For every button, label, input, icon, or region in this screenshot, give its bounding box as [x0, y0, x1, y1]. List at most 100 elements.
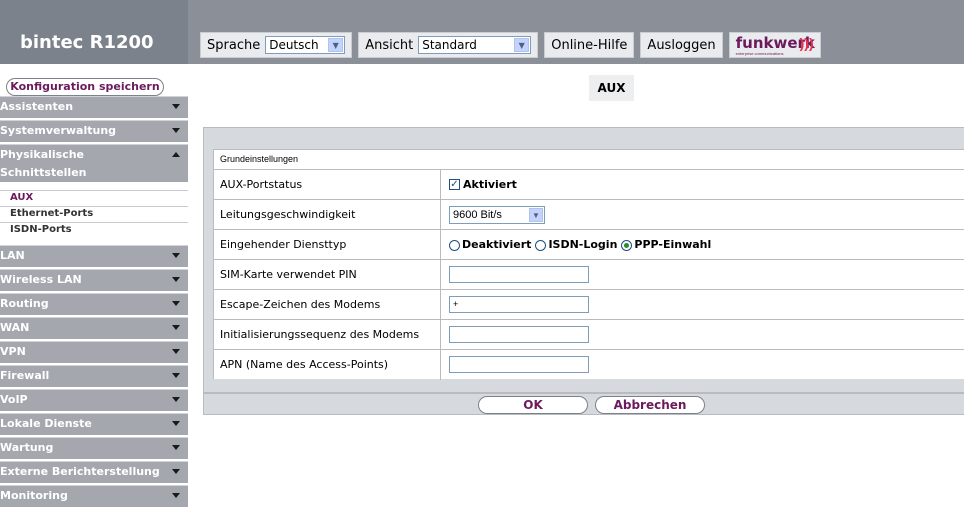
sidebar-item-physikalische-schnittstellen[interactable]: Physikalische Schnittstellen	[0, 144, 188, 182]
sidebar-item-routing[interactable]: Routing	[0, 293, 188, 315]
language-box: Sprache Deutsch ▼	[200, 32, 353, 58]
view-box: Ansicht Standard ▼	[358, 32, 539, 58]
chevron-down-icon: ▼	[328, 38, 344, 52]
radio-icon	[449, 239, 460, 251]
speed-value: 9600 Bit/s	[453, 209, 502, 221]
sidebar-item-label: WAN	[0, 321, 30, 334]
page-title: AUX	[589, 75, 634, 101]
chevron-down-icon	[172, 445, 180, 450]
sidebar-item-monitoring[interactable]: Monitoring	[0, 485, 188, 507]
radio-isdn-login[interactable]: ISDN-Login	[535, 238, 617, 251]
servicetype-radio-group: Deaktiviert ISDN-Login PPP-Einwahl	[449, 238, 711, 251]
language-select[interactable]: Deutsch ▼	[265, 36, 346, 54]
sidebar-subitem-label: Ethernet-Ports	[10, 208, 94, 219]
sidebar-item-lan[interactable]: LAN	[0, 245, 188, 267]
sidebar-item-label: Externe Berichterstellung	[0, 465, 160, 478]
radio-selected-icon	[621, 239, 633, 251]
sidebar-item-label: VoIP	[0, 393, 28, 406]
chevron-down-icon	[172, 493, 180, 498]
sidebar-item-label: Firewall	[0, 369, 50, 382]
sidebar-subitem-isdn-ports[interactable]: ISDN-Ports	[0, 222, 188, 237]
apn-input[interactable]	[449, 356, 589, 373]
logo-subtitle: enterprise communications	[735, 51, 784, 56]
view-select[interactable]: Standard ▼	[418, 36, 532, 54]
top-toolbar: Sprache Deutsch ▼ Ansicht Standard ▼ Onl…	[200, 31, 821, 59]
sidebar-item-vpn[interactable]: VPN	[0, 341, 188, 363]
sidebar-item-label: Lokale Dienste	[0, 417, 92, 430]
sidebar-item-label: Systemverwaltung	[0, 124, 117, 137]
field-label: Escape-Zeichen des Modems	[220, 298, 381, 311]
radio-label: Deaktiviert	[462, 238, 532, 251]
sidebar-item-systemverwaltung[interactable]: Systemverwaltung	[0, 120, 188, 142]
form-row-speed: Leitungsgeschwindigkeit 9600 Bit/s ▼	[213, 199, 964, 230]
escape-input[interactable]: +	[449, 296, 589, 313]
chevron-down-icon	[172, 253, 180, 258]
sidebar-item-label: Wireless LAN	[0, 273, 82, 286]
sidebar-subitem-label: ISDN-Ports	[10, 224, 72, 235]
row-divider	[440, 200, 441, 230]
sidebar-subitem-label: AUX	[10, 192, 34, 203]
radio-ppp-einwahl[interactable]: PPP-Einwahl	[621, 238, 711, 251]
initseq-input[interactable]	[449, 326, 589, 343]
chevron-down-icon	[172, 421, 180, 426]
sidebar-item-wan[interactable]: WAN	[0, 317, 188, 339]
sidebar-item-label: Monitoring	[0, 489, 68, 502]
field-label: AUX-Portstatus	[220, 178, 303, 191]
row-divider	[440, 170, 441, 200]
sidebar-subitem-aux[interactable]: AUX	[0, 190, 188, 205]
row-divider	[440, 350, 441, 380]
view-label: Ansicht	[365, 37, 414, 53]
sidebar-item-lokale-dienste[interactable]: Lokale Dienste	[0, 413, 188, 435]
brand-area: bintec R1200	[0, 0, 188, 64]
portstatus-checkbox[interactable]: ✓ Aktiviert	[449, 178, 517, 191]
form-row-initseq: Initialisierungssequenz des Modems	[213, 319, 964, 350]
form-row-servicetype: Eingehender Diensttyp Deaktiviert ISDN-L…	[213, 229, 964, 260]
chevron-down-icon	[172, 277, 180, 282]
form-row-apn: APN (Name des Access-Points)	[213, 349, 964, 380]
sidebar-item-voip[interactable]: VoIP	[0, 389, 188, 411]
field-label: APN (Name des Access-Points)	[220, 358, 389, 371]
chevron-down-icon	[172, 325, 180, 330]
chevron-down-icon	[172, 349, 180, 354]
speed-select[interactable]: 9600 Bit/s ▼	[449, 206, 545, 224]
chevron-down-icon	[172, 104, 180, 109]
form-row-portstatus: AUX-Portstatus ✓ Aktiviert	[213, 169, 964, 200]
view-value: Standard	[422, 38, 477, 52]
chevron-down-icon	[172, 469, 180, 474]
funkwerk-logo: funkwerk enterprise communications )))	[728, 32, 821, 58]
row-divider	[440, 260, 441, 290]
sidebar-item-label: VPN	[0, 345, 26, 358]
sidebar-item-wireless-lan[interactable]: Wireless LAN	[0, 269, 188, 291]
ok-button[interactable]: OK	[478, 396, 588, 414]
section-header: Grundeinstellungen	[213, 149, 964, 169]
help-button[interactable]: Online-Hilfe	[544, 32, 635, 58]
checkmark-icon: ✓	[449, 179, 460, 190]
sidebar-item-label-line2: Schnittstellen	[0, 166, 87, 179]
chevron-down-icon	[172, 373, 180, 378]
sidebar-item-label-line1: Physikalische	[0, 148, 85, 161]
chevron-down-icon	[172, 397, 180, 402]
radio-deaktiviert[interactable]: Deaktiviert	[449, 238, 531, 251]
help-label: Online-Hilfe	[551, 37, 628, 53]
row-divider	[440, 290, 441, 320]
save-config-button[interactable]: Konfiguration speichern	[6, 78, 164, 96]
sidebar-item-firewall[interactable]: Firewall	[0, 365, 188, 387]
sidebar-subitem-ethernet-ports[interactable]: Ethernet-Ports	[0, 206, 188, 221]
sidebar-item-wartung[interactable]: Wartung	[0, 437, 188, 459]
logout-button[interactable]: Ausloggen	[640, 32, 723, 58]
pin-input[interactable]	[449, 266, 589, 283]
chevron-down-icon: ▼	[514, 38, 530, 52]
sidebar-item-externe-berichterstellung[interactable]: Externe Berichterstellung	[0, 461, 188, 483]
radio-icon	[535, 239, 547, 251]
chevron-down-icon	[172, 301, 180, 306]
sidebar-item-label: Wartung	[0, 441, 54, 454]
sidebar-item-label: Routing	[0, 297, 49, 310]
sidebar-item-assistenten[interactable]: Assistenten	[0, 96, 188, 118]
button-bar: OK Abbrechen	[203, 393, 964, 415]
sidebar-item-label: LAN	[0, 249, 25, 262]
cancel-button[interactable]: Abbrechen	[595, 396, 705, 414]
chevron-down-icon	[172, 128, 180, 133]
form-row-pin: SIM-Karte verwendet PIN	[213, 259, 964, 290]
sidebar-item-label: Assistenten	[0, 100, 74, 113]
field-label: Initialisierungssequenz des Modems	[220, 328, 420, 341]
